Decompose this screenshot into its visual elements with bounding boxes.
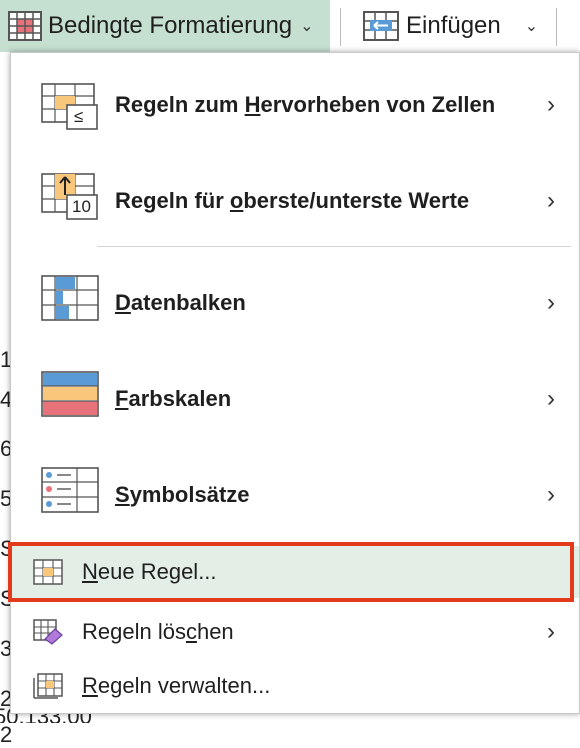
data-bars-icon — [41, 275, 99, 321]
chevron-right-icon: › — [547, 618, 555, 645]
chevron-right-icon: › — [547, 385, 555, 412]
ribbon-divider — [556, 8, 557, 46]
badge-text: ≤ — [74, 107, 84, 126]
menu-item-label: Symbolsätze — [115, 482, 250, 507]
insert-label: Einfügen — [406, 12, 501, 39]
cell-fragment: 2 — [0, 722, 13, 747]
chevron-down-icon: ⌄ — [300, 18, 314, 35]
menu-item-color-scales[interactable]: Farbskalen › — [11, 351, 579, 447]
conditional-formatting-icon — [8, 11, 42, 41]
icon-sets-icon — [41, 467, 99, 513]
menu-item-clear-rules[interactable]: Regeln löschen › — [11, 605, 579, 659]
menu-item-new-rule[interactable]: Neue Regel... — [11, 546, 579, 598]
menu-item-label: Regeln löschen — [82, 619, 234, 644]
manage-rules-icon — [33, 673, 63, 699]
chevron-down-icon: ⌄ — [524, 18, 539, 35]
menu-item-label: Datenbalken — [115, 290, 246, 315]
new-rule-icon — [33, 559, 63, 585]
menu-item-manage-rules[interactable]: Regeln verwalten... — [11, 659, 579, 713]
insert-button[interactable]: Einfügen ⌄ — [344, 0, 556, 52]
ribbon: Bedingte Formatierung ⌄ Einfügen ⌄ — [0, 0, 580, 52]
chevron-right-icon: › — [547, 91, 555, 118]
badge-text: 10 — [72, 197, 91, 216]
conditional-formatting-label: Bedingte Formatierung — [48, 12, 293, 39]
conditional-formatting-button[interactable]: Bedingte Formatierung ⌄ — [0, 0, 330, 52]
ribbon-divider — [340, 8, 341, 46]
menu-item-label: Neue Regel... — [82, 559, 217, 584]
menu-item-icon-sets[interactable]: Symbolsätze › — [11, 447, 579, 543]
eraser-icon — [33, 619, 63, 645]
menu-item-label: Farbskalen — [115, 386, 232, 411]
insert-cells-icon — [363, 11, 399, 41]
chevron-right-icon: › — [547, 289, 555, 316]
menu-item-label: Regeln verwalten... — [82, 673, 271, 698]
menu-item-highlight-cells-rules[interactable]: ≤ Regeln zum Hervorheben von Zellen › — [11, 57, 579, 153]
menu-separator — [97, 246, 571, 247]
menu-item-top-bottom-rules[interactable]: 10 Regeln für oberste/unterste Werte › — [11, 153, 579, 249]
chevron-right-icon: › — [547, 187, 555, 214]
menu-item-data-bars[interactable]: Datenbalken › — [11, 255, 579, 351]
conditional-formatting-menu: ≤ Regeln zum Hervorheben von Zellen › 10… — [8, 52, 580, 714]
menu-item-label: Regeln für oberste/unterste Werte — [115, 188, 470, 213]
highlight-cells-rules-icon — [41, 83, 98, 130]
chevron-right-icon: › — [547, 481, 555, 508]
color-scales-icon — [41, 371, 99, 417]
menu-item-label: Regeln zum Hervorheben von Zellen — [115, 92, 496, 117]
